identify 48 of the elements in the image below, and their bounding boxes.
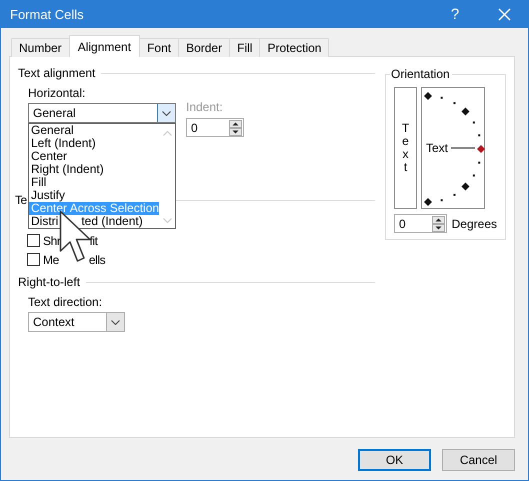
checkbox[interactable]	[27, 253, 40, 266]
group-title: Text alignment	[18, 66, 96, 80]
degrees-spinner[interactable]: 0	[394, 214, 447, 233]
dropdown-option[interactable]: Distri	[31, 215, 58, 228]
checkbox-label: ells	[88, 252, 106, 266]
indent-spinner[interactable]: 0	[186, 118, 244, 137]
field-label: Indent:	[186, 100, 224, 114]
checkbox-label: fit	[89, 234, 98, 248]
scroll-up-icon	[162, 131, 172, 136]
horizontal-dropdown[interactable]: General	[28, 103, 176, 123]
tab[interactable]: Protection	[259, 38, 330, 57]
spin-up-icon	[229, 120, 242, 128]
chevron-down-icon	[111, 320, 120, 324]
dropdown-option[interactable]: Justify	[29, 189, 160, 202]
tab[interactable]: Font	[139, 38, 180, 57]
group-title: Orientation	[390, 67, 452, 81]
field-label: Degrees	[452, 216, 497, 230]
orientation-dial[interactable]: Text	[421, 87, 485, 209]
group-title: Te	[15, 193, 27, 207]
vertical-text-button[interactable]: Text	[394, 87, 417, 209]
tab[interactable]: Number	[11, 38, 70, 57]
spin-down-icon	[229, 128, 242, 136]
scroll-down-icon	[162, 218, 172, 223]
dialog-button[interactable]: OK	[358, 449, 431, 471]
checkbox[interactable]	[27, 234, 40, 247]
field-label: Text direction:	[28, 295, 104, 309]
group-title: Right-to-left	[18, 275, 80, 289]
tab[interactable]: Border	[178, 38, 230, 57]
chevron-down-icon	[162, 110, 171, 116]
checkbox-label: Me	[43, 252, 59, 266]
dropdown-option[interactable]: Right (Indent)	[29, 163, 160, 176]
spin-down-icon	[432, 224, 445, 232]
tab[interactable]: Fill	[229, 38, 260, 57]
spin-up-icon	[432, 216, 445, 224]
dropdown-option[interactable]: Center	[29, 150, 160, 163]
close-icon	[498, 8, 510, 20]
checkbox-label: Shr	[43, 234, 60, 248]
dropdown-option[interactable]: ted (Indent)	[81, 215, 143, 228]
text-direction-dropdown[interactable]: Context	[28, 312, 125, 332]
help-button[interactable]: ?	[440, 0, 470, 28]
dropdown-option[interactable]: Fill	[29, 176, 160, 189]
dial-text: Text	[426, 141, 448, 155]
field-label: Horizontal:	[28, 86, 86, 100]
window-title: Format Cells	[9, 6, 84, 22]
dialog-button[interactable]: Cancel	[442, 449, 515, 471]
dropdown-option[interactable]: Left (Indent)	[29, 137, 160, 150]
tab[interactable]: Alignment	[68, 35, 140, 57]
dropdown-option[interactable]: General	[29, 124, 160, 137]
